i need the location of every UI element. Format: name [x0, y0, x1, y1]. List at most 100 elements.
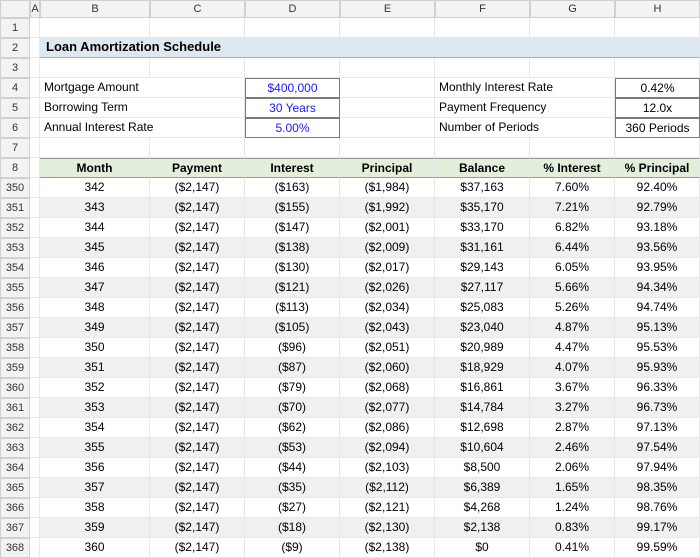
cell-interest: ($155): [245, 198, 340, 218]
cell-balance: $8,500: [435, 458, 530, 478]
row-header-350[interactable]: 350: [0, 178, 30, 198]
cell-pct-interest: 3.27%: [530, 398, 615, 418]
row-header-361[interactable]: 361: [0, 398, 30, 418]
cell-principal: ($1,992): [340, 198, 435, 218]
cell-month: 358: [40, 498, 150, 518]
cell-interest: ($27): [245, 498, 340, 518]
row-header-368[interactable]: 368: [0, 538, 30, 558]
cell-pct-principal: 97.94%: [615, 458, 700, 478]
cell-principal: ($2,094): [340, 438, 435, 458]
cell-principal: ($2,130): [340, 518, 435, 538]
annual-interest-rate-value[interactable]: 5.00%: [245, 118, 340, 138]
row-header-362[interactable]: 362: [0, 418, 30, 438]
cell-interest: ($35): [245, 478, 340, 498]
row-header-360[interactable]: 360: [0, 378, 30, 398]
col-header-F[interactable]: F: [435, 0, 530, 18]
cell-interest: ($96): [245, 338, 340, 358]
row-header-1[interactable]: 1: [0, 18, 30, 38]
cell-principal: ($2,060): [340, 358, 435, 378]
cell-interest: ($62): [245, 418, 340, 438]
row-header-355[interactable]: 355: [0, 278, 30, 298]
row-header-4[interactable]: 4: [0, 78, 30, 98]
row-header-357[interactable]: 357: [0, 318, 30, 338]
cell-balance: $0: [435, 538, 530, 558]
monthly-interest-rate-label: Monthly Interest Rate: [435, 78, 615, 98]
cell-principal: ($2,009): [340, 238, 435, 258]
cell-payment: ($2,147): [150, 478, 245, 498]
cell-pct-principal: 93.56%: [615, 238, 700, 258]
borrowing-term-value[interactable]: 30 Years: [245, 98, 340, 118]
cell-pct-interest: 4.07%: [530, 358, 615, 378]
row-header-3[interactable]: 3: [0, 58, 30, 78]
cell-pct-interest: 0.83%: [530, 518, 615, 538]
col-header-A[interactable]: A: [30, 0, 40, 18]
col-header-E[interactable]: E: [340, 0, 435, 18]
cell-pct-interest: 4.47%: [530, 338, 615, 358]
cell-payment: ($2,147): [150, 278, 245, 298]
col-header-H[interactable]: H: [615, 0, 700, 18]
row-header-352[interactable]: 352: [0, 218, 30, 238]
cell-balance: $37,163: [435, 178, 530, 198]
row-header-365[interactable]: 365: [0, 478, 30, 498]
cell-pct-interest: 7.21%: [530, 198, 615, 218]
cell-pct-interest: 2.46%: [530, 438, 615, 458]
spreadsheet-grid[interactable]: ABCDEFGH12Loan Amortization Schedule34Mo…: [0, 0, 700, 558]
cell-pct-principal: 98.35%: [615, 478, 700, 498]
cell-month: 351: [40, 358, 150, 378]
cell-month: 345: [40, 238, 150, 258]
row-header-364[interactable]: 364: [0, 458, 30, 478]
cell-month: 343: [40, 198, 150, 218]
cell-pct-principal: 95.13%: [615, 318, 700, 338]
row-header-359[interactable]: 359: [0, 358, 30, 378]
cell-pct-principal: 95.93%: [615, 358, 700, 378]
row-header-2[interactable]: 2: [0, 38, 30, 58]
row-header-353[interactable]: 353: [0, 238, 30, 258]
cell-payment: ($2,147): [150, 238, 245, 258]
row-header-351[interactable]: 351: [0, 198, 30, 218]
row-header-366[interactable]: 366: [0, 498, 30, 518]
cell-pct-principal: 94.34%: [615, 278, 700, 298]
cell-interest: ($79): [245, 378, 340, 398]
row-header-363[interactable]: 363: [0, 438, 30, 458]
cell-pct-interest: 3.67%: [530, 378, 615, 398]
cell-month: 344: [40, 218, 150, 238]
cell-pct-interest: 6.05%: [530, 258, 615, 278]
row-header-354[interactable]: 354: [0, 258, 30, 278]
cell-principal: ($1,984): [340, 178, 435, 198]
col-balance: Balance: [435, 158, 530, 178]
cell-balance: $33,170: [435, 218, 530, 238]
cell-balance: $12,698: [435, 418, 530, 438]
row-header-358[interactable]: 358: [0, 338, 30, 358]
row-header-5[interactable]: 5: [0, 98, 30, 118]
number-of-periods-value: 360 Periods: [615, 118, 700, 138]
cell-interest: ($70): [245, 398, 340, 418]
cell-payment: ($2,147): [150, 258, 245, 278]
col--interest: % Interest: [530, 158, 615, 178]
col-header-G[interactable]: G: [530, 0, 615, 18]
cell-balance: $25,083: [435, 298, 530, 318]
row-header-7[interactable]: 7: [0, 138, 30, 158]
cell-month: 347: [40, 278, 150, 298]
col-principal: Principal: [340, 158, 435, 178]
col-header-D[interactable]: D: [245, 0, 340, 18]
cell-interest: ($105): [245, 318, 340, 338]
cell-pct-principal: 92.40%: [615, 178, 700, 198]
cell-interest: ($9): [245, 538, 340, 558]
row-header-367[interactable]: 367: [0, 518, 30, 538]
row-header-8[interactable]: 8: [0, 158, 30, 178]
select-all-corner[interactable]: [0, 0, 30, 18]
cell-payment: ($2,147): [150, 458, 245, 478]
row-header-356[interactable]: 356: [0, 298, 30, 318]
payment-frequency-value: 12.0x: [615, 98, 700, 118]
col-header-B[interactable]: B: [40, 0, 150, 18]
col-header-C[interactable]: C: [150, 0, 245, 18]
cell-pct-principal: 99.59%: [615, 538, 700, 558]
cell-month: 350: [40, 338, 150, 358]
mortgage-amount-value[interactable]: $400,000: [245, 78, 340, 98]
cell-principal: ($2,077): [340, 398, 435, 418]
col-payment: Payment: [150, 158, 245, 178]
cell-interest: ($163): [245, 178, 340, 198]
cell-payment: ($2,147): [150, 438, 245, 458]
cell-payment: ($2,147): [150, 178, 245, 198]
row-header-6[interactable]: 6: [0, 118, 30, 138]
